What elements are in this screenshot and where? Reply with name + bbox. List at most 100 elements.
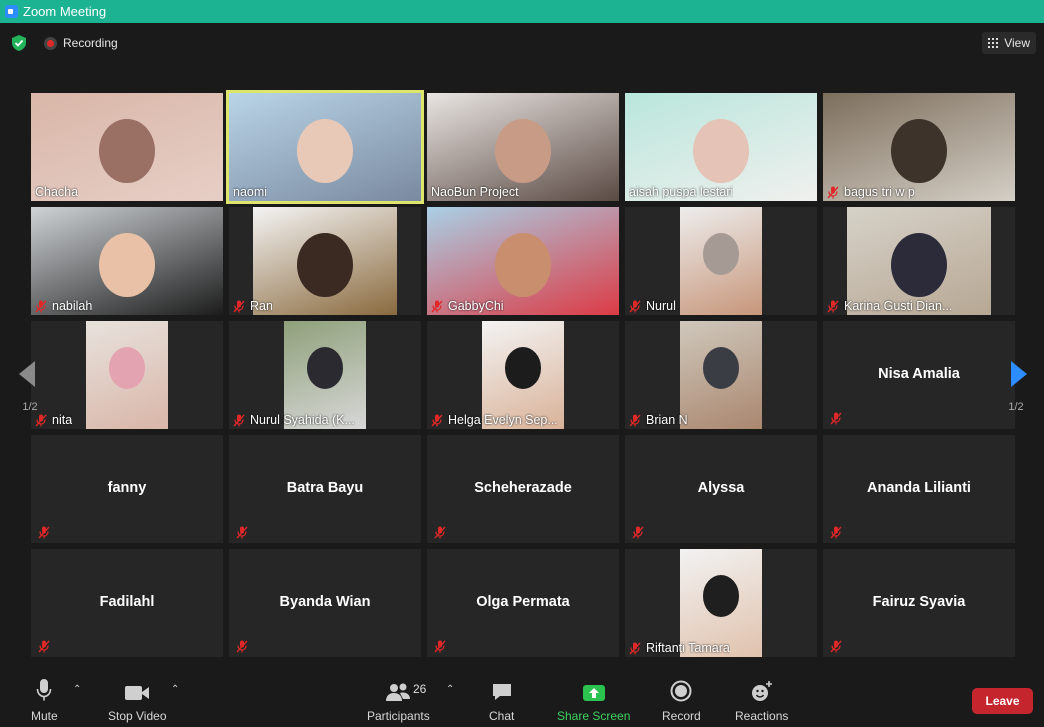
participant-tile[interactable]: Byanda Wian xyxy=(229,549,421,657)
participant-tile[interactable]: Ananda Lilianti xyxy=(823,435,1015,543)
participant-tile[interactable]: bagus tri w p xyxy=(823,93,1015,201)
muted-mic-icon xyxy=(830,640,842,653)
participant-tile[interactable]: Ran xyxy=(229,207,421,315)
reactions-icon xyxy=(751,681,772,701)
participant-name: Scheherazade xyxy=(474,480,572,496)
participant-tile[interactable]: Fairuz Syavia xyxy=(823,549,1015,657)
participant-name: NaoBun Project xyxy=(431,185,519,199)
participant-tile[interactable]: naomi xyxy=(226,90,424,204)
participant-tile[interactable]: Olga Permata xyxy=(427,549,619,657)
view-button[interactable]: View xyxy=(982,32,1036,54)
participant-face xyxy=(891,119,947,184)
participant-tile[interactable]: fanny xyxy=(31,435,223,543)
participant-tile[interactable]: Helga Evelyn Sep... xyxy=(427,321,619,429)
video-options-caret[interactable]: ⌃ xyxy=(171,684,179,695)
participant-name: nabilah xyxy=(52,299,93,313)
record-label: Record xyxy=(662,709,701,723)
muted-mic-icon xyxy=(434,640,446,653)
record-button[interactable]: Record xyxy=(662,678,701,723)
participant-name: Fairuz Syavia xyxy=(872,594,966,610)
muted-mic-icon xyxy=(827,186,839,199)
muted-mic-icon xyxy=(632,526,644,539)
participant-name: Olga Permata xyxy=(476,594,570,610)
participant-tile[interactable]: GabbyChi xyxy=(427,207,619,315)
reactions-button[interactable]: Reactions xyxy=(735,678,788,723)
participant-name-label: Helga Evelyn Sep... xyxy=(431,413,558,427)
chat-icon xyxy=(492,684,511,700)
muted-mic-icon xyxy=(431,300,443,313)
record-button-icon xyxy=(670,680,692,702)
participant-face xyxy=(891,233,947,298)
participant-name: GabbyChi xyxy=(448,299,504,313)
participant-tile[interactable]: Chacha xyxy=(31,93,223,201)
record-icon xyxy=(44,36,57,50)
prev-page-button[interactable]: 1/2 xyxy=(15,331,45,419)
participant-name-label: naomi xyxy=(233,185,267,199)
muted-mic-icon xyxy=(38,526,50,539)
muted-mic-icon xyxy=(236,526,248,539)
participant-name-label: Karina Gusti Dian... xyxy=(827,299,952,313)
share-screen-button[interactable]: Share Screen xyxy=(557,678,630,723)
participant-tile[interactable]: aisah puspa lestari xyxy=(625,93,817,201)
participant-tile[interactable]: Scheherazade xyxy=(427,435,619,543)
participant-tile[interactable]: Riftanti Tamara xyxy=(625,549,817,657)
muted-mic-icon xyxy=(629,414,641,427)
participant-face xyxy=(99,119,155,184)
participant-name: Ran xyxy=(250,299,273,313)
reactions-label: Reactions xyxy=(735,709,789,723)
window-title: Zoom Meeting xyxy=(23,4,107,19)
participant-name: Karina Gusti Dian... xyxy=(844,299,953,313)
microphone-icon xyxy=(37,679,52,701)
participant-name-label: aisah puspa lestari xyxy=(629,185,733,199)
title-bar: Zoom Meeting xyxy=(0,0,1044,23)
participant-video xyxy=(253,207,397,315)
participant-name: Alyssa xyxy=(697,480,745,496)
participant-tile[interactable]: Fadilahl xyxy=(31,549,223,657)
participant-tile[interactable]: nabilah xyxy=(31,207,223,315)
muted-mic-icon xyxy=(236,640,248,653)
participant-tile[interactable]: Nurul xyxy=(625,207,817,315)
audio-options-caret[interactable]: ⌃ xyxy=(73,684,81,695)
next-page-button[interactable]: 1/2 xyxy=(1001,331,1031,419)
participant-name-label: Riftanti Tamara xyxy=(629,641,730,655)
participant-tile[interactable]: Brian N xyxy=(625,321,817,429)
participants-count: 26 xyxy=(413,682,427,696)
leave-button[interactable]: Leave xyxy=(972,688,1033,714)
chat-button[interactable]: Chat xyxy=(489,678,514,723)
participant-face xyxy=(495,233,551,298)
participant-name-label: GabbyChi xyxy=(431,299,504,313)
participant-tile[interactable]: nita xyxy=(31,321,223,429)
participant-face xyxy=(504,347,542,390)
participant-video xyxy=(86,321,168,429)
shield-check-icon[interactable] xyxy=(10,34,28,52)
muted-mic-icon xyxy=(38,640,50,653)
participant-name: nita xyxy=(52,413,73,427)
participant-name: Nisa Amalia xyxy=(878,366,960,382)
participant-tile[interactable]: NaoBun Project xyxy=(427,93,619,201)
grid-view-icon xyxy=(988,38,999,48)
recording-indicator[interactable]: Recording xyxy=(44,36,118,50)
participant-name: Brian N xyxy=(646,413,688,427)
participants-options-caret[interactable]: ⌃ xyxy=(446,684,454,695)
participant-face xyxy=(702,347,740,390)
stop-video-button[interactable]: Stop Video xyxy=(108,678,167,723)
participant-name: bagus tri w p xyxy=(844,185,915,199)
participant-tile[interactable]: Nisa Amalia xyxy=(823,321,1015,429)
participant-name: Fadilahl xyxy=(99,594,155,610)
muted-mic-icon xyxy=(233,414,245,427)
stop-video-label: Stop Video xyxy=(108,709,167,723)
participant-name: Nurul xyxy=(646,299,676,313)
participant-face xyxy=(297,119,353,184)
mute-button[interactable]: Mute xyxy=(31,678,58,723)
participant-face xyxy=(495,119,551,184)
participant-tile[interactable]: Karina Gusti Dian... xyxy=(823,207,1015,315)
mute-label: Mute xyxy=(31,709,58,723)
participant-name: Chacha xyxy=(35,185,79,199)
participant-tile[interactable]: Alyssa xyxy=(625,435,817,543)
participant-face xyxy=(306,347,344,390)
participant-face xyxy=(108,347,146,390)
participant-tile[interactable]: Nurul Syahida (K... xyxy=(229,321,421,429)
muted-mic-icon xyxy=(830,526,842,539)
participant-name: Byanda Wian xyxy=(279,594,371,610)
participant-tile[interactable]: Batra Bayu xyxy=(229,435,421,543)
